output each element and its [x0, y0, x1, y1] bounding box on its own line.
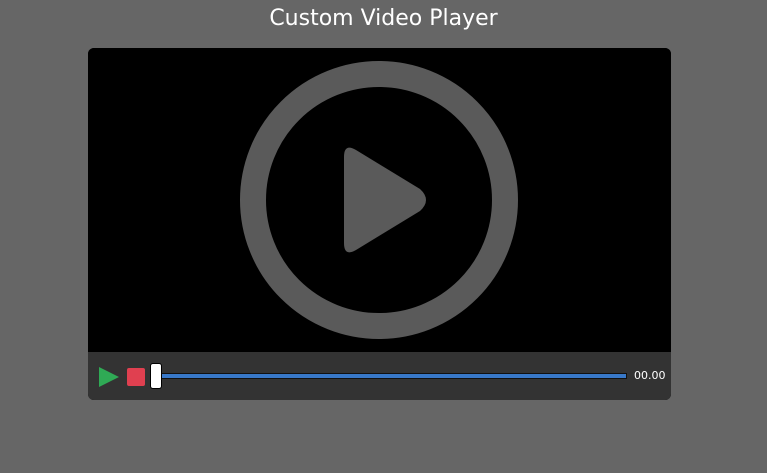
video-screen[interactable] [88, 48, 671, 352]
progress-track[interactable] [155, 373, 627, 379]
timestamp: 00.00 [634, 369, 666, 382]
play-icon [99, 367, 119, 387]
video-controls: 00.00 [88, 352, 671, 400]
page-title: Custom Video Player [269, 6, 498, 31]
stop-button[interactable] [127, 368, 145, 386]
progress-bar[interactable] [150, 363, 627, 389]
video-player: 00.00 [88, 48, 671, 400]
play-button[interactable] [98, 366, 120, 388]
play-circle-icon[interactable] [240, 61, 518, 339]
progress-thumb[interactable] [150, 363, 162, 389]
